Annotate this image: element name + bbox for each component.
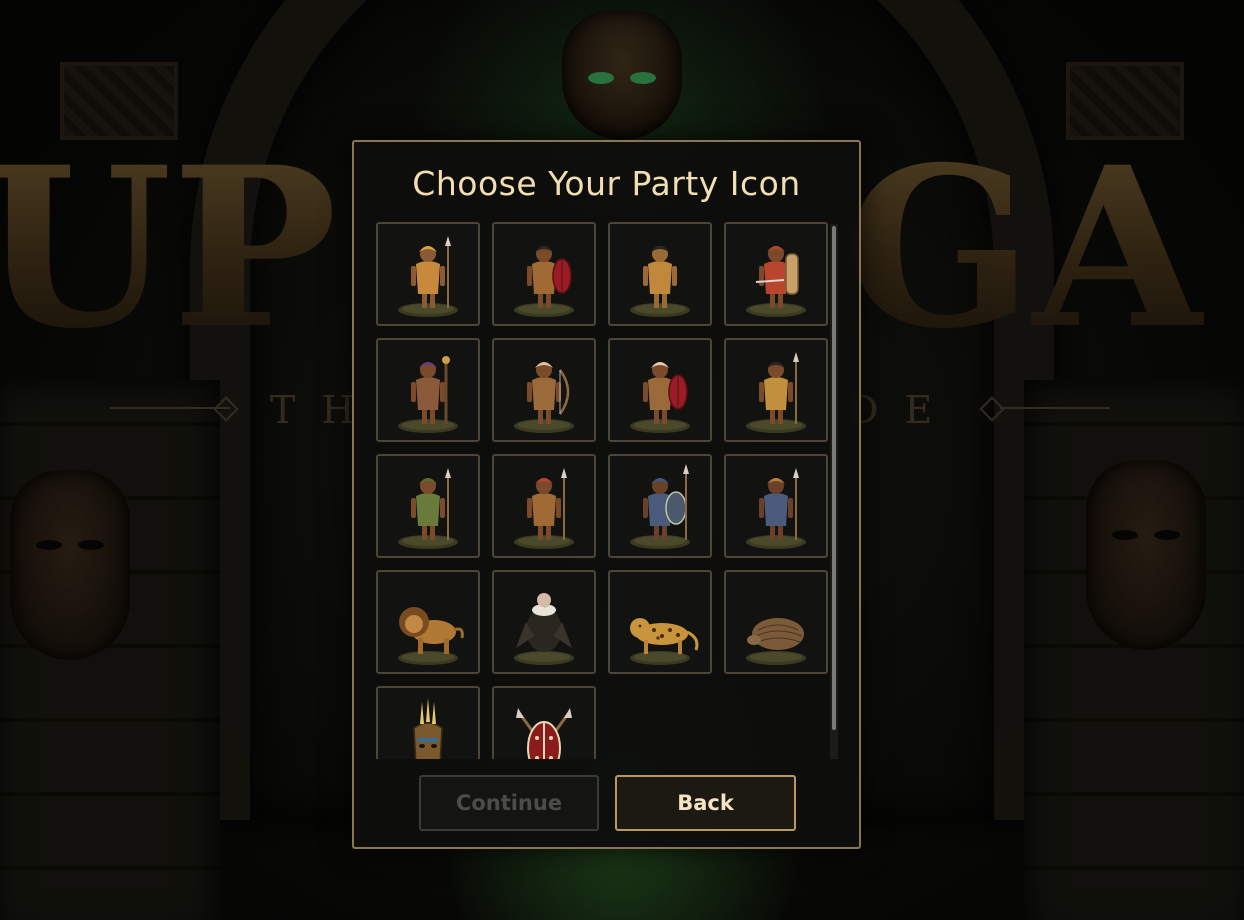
icon-option[interactable]: [376, 338, 480, 442]
shield-spear-warrior-icon: [514, 246, 574, 317]
icon-option[interactable]: [492, 570, 596, 674]
tribal-mask-icon: [413, 698, 443, 759]
icon-option[interactable]: [608, 338, 712, 442]
leopard-icon: [630, 618, 699, 665]
green-wrap-woman-icon: [398, 468, 458, 549]
icon-option[interactable]: [376, 686, 480, 759]
icon-option[interactable]: [608, 454, 712, 558]
icon-option[interactable]: [492, 454, 596, 558]
icon-option[interactable]: [376, 222, 480, 326]
icon-option[interactable]: [492, 222, 596, 326]
icon-option[interactable]: [724, 570, 828, 674]
archer-icon: [514, 362, 574, 433]
icon-option[interactable]: [376, 570, 480, 674]
party-icon-dialog: Choose Your Party Icon Continue Back: [352, 140, 861, 849]
back-button[interactable]: Back: [615, 775, 796, 831]
icon-option[interactable]: [724, 338, 828, 442]
icon-grid-scroll-thumb[interactable]: [832, 226, 836, 730]
icon-grid-viewport[interactable]: [376, 222, 838, 759]
warrior-woman-icon: [398, 236, 458, 317]
icon-option[interactable]: [724, 222, 828, 326]
crossed-spears-shield-icon: [516, 708, 572, 759]
icon-option[interactable]: [608, 222, 712, 326]
icon-option[interactable]: [608, 570, 712, 674]
leopard-cloak-spearman-icon: [746, 352, 806, 433]
purple-shaman-icon: [398, 356, 458, 433]
lion-mane-warrior-icon: [746, 468, 806, 549]
leopard-beast-icon: [630, 246, 690, 317]
dialog-title: Choose Your Party Icon: [412, 164, 801, 203]
icon-option[interactable]: [492, 338, 596, 442]
headband-spearman-icon: [514, 468, 574, 549]
red-armored-swordsman-icon: [746, 246, 806, 317]
icon-option[interactable]: [376, 454, 480, 558]
pangolin-icon: [746, 618, 806, 665]
icon-grid: [376, 222, 828, 759]
icon-option[interactable]: [492, 686, 596, 759]
lion-icon: [398, 607, 464, 665]
icon-option[interactable]: [724, 454, 828, 558]
blue-shield-warrior-icon: [630, 464, 690, 549]
vulture-icon: [514, 593, 574, 665]
feather-chief-icon: [630, 362, 690, 433]
continue-button[interactable]: Continue: [419, 775, 599, 831]
